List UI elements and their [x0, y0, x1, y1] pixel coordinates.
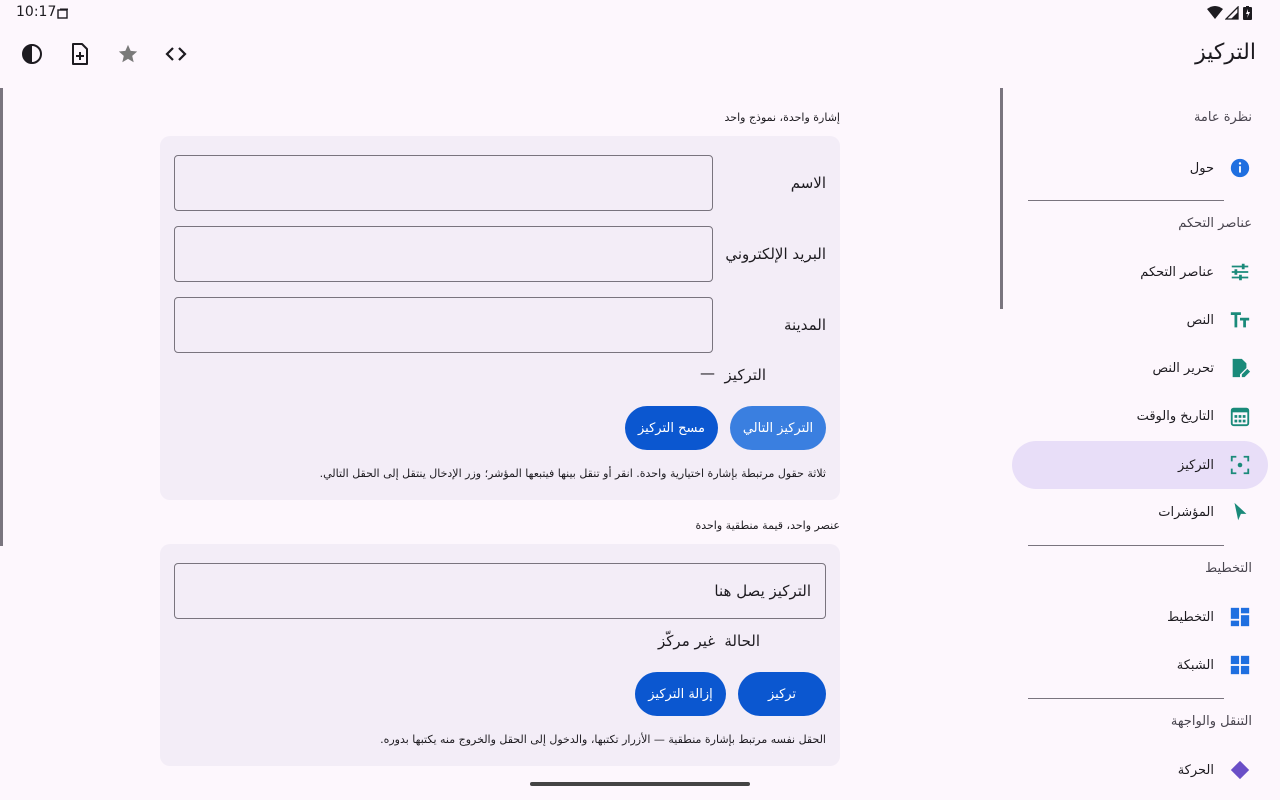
- drawer-item-label: النص: [1186, 312, 1214, 328]
- navigation-drawer: نظرة عامة حول عناصر التحكم عناصر التحكم …: [1000, 88, 1280, 800]
- drawer-item-focus[interactable]: التركيز: [1012, 441, 1268, 489]
- name-field[interactable]: [174, 155, 713, 211]
- drawer-item-label: التركيز: [1178, 457, 1214, 473]
- status-value: غير مركّز: [658, 632, 716, 650]
- drawer-item-label: تحرير النص: [1152, 360, 1214, 376]
- drawer-divider: [1028, 200, 1224, 201]
- form1-note: ثلاثة حقول مرتبطة بإشارة اختيارية واحدة.…: [319, 467, 826, 480]
- status-time: 10:17: [16, 4, 57, 20]
- email-label: البريد الإلكتروني: [725, 245, 826, 263]
- city-field[interactable]: [174, 297, 713, 353]
- status-label: الحالة: [724, 632, 760, 650]
- drawer-item-label: حول: [1189, 160, 1214, 176]
- contrast-icon: [20, 42, 44, 70]
- drawer-divider: [1028, 545, 1224, 546]
- form2-note: الحقل نفسه مرتبط بإشارة منطقية — الأزرار…: [380, 733, 826, 746]
- info-icon: [1228, 156, 1252, 180]
- wifi-icon: [1207, 5, 1223, 24]
- new-document-button[interactable]: [56, 32, 104, 80]
- favorite-button[interactable]: [104, 32, 152, 80]
- email-field[interactable]: [174, 226, 713, 282]
- next-focus-button[interactable]: التركيز التالي: [730, 406, 826, 450]
- diamond-icon: [1228, 758, 1252, 782]
- grid-icon: [1228, 653, 1252, 677]
- drawer-item-label: الحركة: [1177, 762, 1214, 778]
- gesture-nav-bar[interactable]: [530, 782, 750, 786]
- drawer-item-label: المؤشرات: [1158, 504, 1214, 520]
- content-scrollbar[interactable]: [0, 88, 3, 546]
- drawer-item-label: عناصر التحكم: [1140, 264, 1214, 280]
- drawer-item-controls[interactable]: عناصر التحكم: [1012, 248, 1268, 296]
- status-bar: 10:17: [0, 0, 1280, 24]
- theme-toggle-button[interactable]: [8, 32, 56, 80]
- drawer-item-text[interactable]: النص: [1012, 296, 1268, 344]
- city-label: المدينة: [783, 316, 826, 334]
- dashboard-icon: [1228, 605, 1252, 629]
- section-overview: نظرة عامة: [1193, 110, 1252, 125]
- clear-focus-button[interactable]: مسح التركيز: [625, 406, 718, 450]
- section-navigation: التنقل والواجهة: [1170, 714, 1252, 729]
- edit-document-icon: [1228, 356, 1252, 380]
- section-layout: التخطيط: [1205, 561, 1252, 576]
- form2-caption: عنصر واحد، قيمة منطقية واحدة: [695, 519, 840, 532]
- drawer-item-about[interactable]: حول: [1012, 144, 1268, 192]
- unfocus-button[interactable]: إزالة التركيز: [635, 672, 726, 716]
- battery-icon: [1243, 5, 1252, 24]
- drawer-item-layout[interactable]: التخطيط: [1012, 593, 1268, 641]
- calendar-icon: [1228, 404, 1252, 428]
- form1-caption: إشارة واحدة، نموذج واحد: [724, 111, 841, 124]
- section-controls: عناصر التحكم: [1178, 216, 1252, 231]
- form1-card: الاسم البريد الإلكتروني المدينة التركيز …: [160, 136, 840, 500]
- view-source-button[interactable]: [152, 32, 200, 80]
- drawer-item-grid[interactable]: الشبكة: [1012, 641, 1268, 689]
- name-label: الاسم: [790, 174, 826, 192]
- focus-button[interactable]: تركيز: [738, 672, 826, 716]
- drawer-item-partial[interactable]: الحركة: [1012, 746, 1268, 794]
- focus-target-field[interactable]: [174, 563, 826, 619]
- add-document-icon: [68, 42, 92, 70]
- star-icon: [117, 43, 139, 69]
- focus-value: —: [700, 364, 715, 382]
- signal-icon: [1224, 5, 1239, 24]
- top-app-bar: التركيز: [0, 24, 1280, 88]
- cursor-icon: [1228, 500, 1252, 524]
- drawer-item-date-time[interactable]: التاريخ والوقت: [1012, 392, 1268, 440]
- code-icon: [164, 42, 188, 70]
- drawer-item-label: التاريخ والوقت: [1136, 408, 1214, 424]
- focus-label: التركيز: [724, 366, 766, 384]
- drawer-item-label: الشبكة: [1176, 657, 1214, 673]
- drawer-item-pointers[interactable]: المؤشرات: [1012, 488, 1268, 536]
- center-focus-icon: [1228, 453, 1252, 477]
- screen-record-icon: [57, 5, 69, 24]
- form2-card: الحالة غير مركّز تركيز إزالة التركيز الح…: [160, 544, 840, 766]
- drawer-item-label: التخطيط: [1167, 609, 1214, 625]
- text-size-icon: [1228, 308, 1252, 332]
- drawer-divider: [1028, 698, 1224, 699]
- page-title: التركيز: [1195, 40, 1256, 65]
- drawer-item-text-edit[interactable]: تحرير النص: [1012, 344, 1268, 392]
- tune-icon: [1228, 260, 1252, 284]
